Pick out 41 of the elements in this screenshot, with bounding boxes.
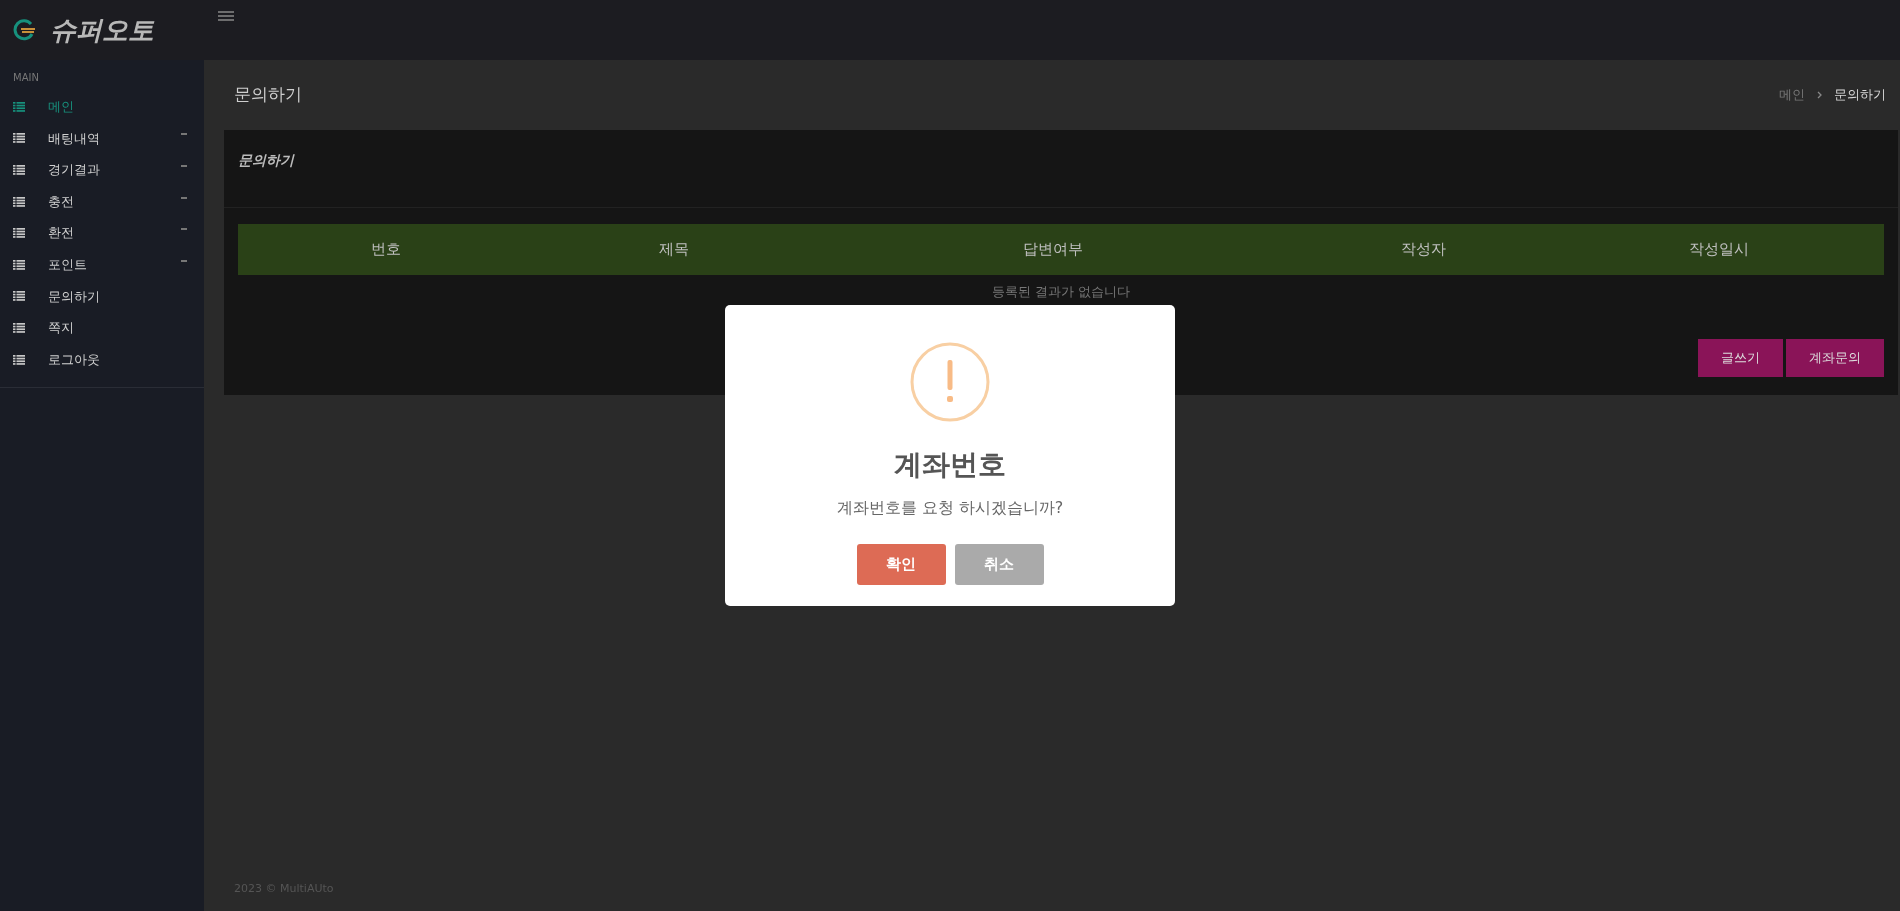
- dialog-title: 계좌번호: [894, 447, 1006, 483]
- chevron-icon: [181, 196, 187, 199]
- logo-icon: [12, 19, 38, 41]
- sidebar-item[interactable]: 로그아웃: [0, 343, 204, 376]
- column-header: 제목: [659, 239, 690, 261]
- sidebar-item[interactable]: 포인트: [0, 248, 204, 281]
- grid-icon: [13, 259, 25, 270]
- sidebar-item[interactable]: 경기결과: [0, 154, 204, 186]
- chevron-icon: [181, 228, 187, 231]
- sidebar-section-label: MAIN: [12, 71, 40, 85]
- page-title: 문의하기: [234, 83, 302, 107]
- chevron-right-icon: [1817, 91, 1822, 99]
- column-header: 작성일시: [1689, 239, 1750, 261]
- grid-icon: [13, 354, 25, 365]
- grid-icon: [13, 291, 25, 302]
- warning-icon: [910, 342, 990, 422]
- menu-icon[interactable]: [218, 11, 234, 21]
- sidebar-item[interactable]: 충전: [0, 185, 204, 218]
- dialog-message: 계좌번호를 요청 하시겠습니까?: [836, 497, 1064, 519]
- column-header: 번호: [371, 239, 402, 261]
- action-button[interactable]: 계좌문의: [1786, 339, 1884, 377]
- sidebar-item[interactable]: 쪽지: [0, 312, 204, 344]
- grid-icon: [13, 322, 25, 333]
- column-header: 답변여부: [1022, 239, 1083, 261]
- chevron-icon: [181, 133, 187, 136]
- action-button[interactable]: 글쓰기: [1698, 339, 1783, 377]
- grid-icon: [13, 133, 25, 144]
- breadcrumb-item: 문의하기: [1834, 86, 1886, 105]
- sidebar-item[interactable]: 메인: [0, 91, 204, 123]
- grid-icon: [13, 101, 25, 112]
- column-header: 작성자: [1400, 239, 1446, 261]
- chevron-icon: [181, 259, 187, 262]
- grid-icon: [13, 165, 25, 175]
- card-title: 문의하기: [238, 152, 294, 168]
- grid-icon: [13, 196, 25, 207]
- empty-message: 등록된 결과가 없습니다: [991, 283, 1131, 301]
- brand-name: 슈퍼오토: [50, 13, 154, 47]
- sidebar-item[interactable]: 배팅내역: [0, 122, 204, 155]
- sidebar-item[interactable]: 문의하기: [0, 280, 204, 313]
- grid-icon: [13, 228, 25, 239]
- sidebar-item[interactable]: 환전: [0, 217, 204, 249]
